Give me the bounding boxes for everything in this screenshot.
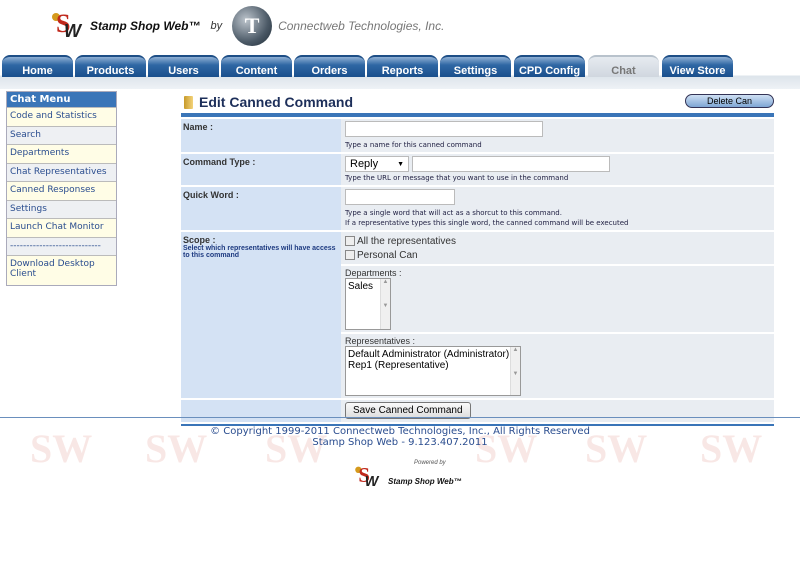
tab-orders[interactable]: Orders	[294, 55, 365, 77]
tab-cpd-config[interactable]: CPD Config	[514, 55, 585, 77]
all-representatives-label: All the representatives	[357, 235, 456, 247]
tab-home[interactable]: Home	[2, 55, 73, 77]
chat-menu-title: Chat Menu	[7, 92, 116, 107]
quick-word-label: Quick Word :	[181, 187, 341, 230]
version-text: Stamp Shop Web - 9.123.407.2011	[312, 437, 488, 448]
sidebar-item-download-desktop-client[interactable]: Download Desktop Client	[7, 255, 116, 285]
quick-word-input[interactable]	[345, 189, 455, 205]
all-representatives-checkbox[interactable]: All the representatives	[345, 234, 772, 248]
scrollbar[interactable]: ▲ ▼	[510, 347, 520, 395]
by-text: by	[210, 20, 223, 32]
name-hint: Type a name for this canned command	[345, 141, 482, 149]
representatives-label: Representatives :	[345, 336, 416, 346]
tab-settings[interactable]: Settings	[440, 55, 511, 77]
edit-canned-command-panel: Edit Canned Command Delete Can Name : Ty…	[181, 92, 774, 426]
sidebar-item-code-statistics[interactable]: Code and Statistics	[7, 107, 116, 126]
folder-icon	[184, 95, 193, 109]
tab-chat[interactable]: Chat	[588, 55, 659, 77]
sidebar-item-canned-responses[interactable]: Canned Responses	[7, 181, 116, 200]
scope-label: Scope :	[183, 235, 216, 245]
tab-content[interactable]: Content	[221, 55, 292, 77]
company-name: Connectweb Technologies, Inc.	[278, 19, 445, 33]
tab-reports[interactable]: Reports	[367, 55, 438, 77]
departments-label: Departments :	[345, 268, 402, 278]
quick-word-hint-2: If a representative types this single wo…	[345, 219, 629, 227]
footer: © Copyright 1999-2011 Connectweb Technol…	[0, 426, 800, 448]
sidebar-item-chat-representatives[interactable]: Chat Representatives	[7, 162, 116, 181]
brand-name: Stamp Shop Web™	[90, 19, 201, 33]
sidebar-item-launch-chat-monitor[interactable]: Launch Chat Monitor	[7, 218, 116, 237]
sidebar-item-departments[interactable]: Departments	[7, 144, 116, 163]
copyright-text: © Copyright 1999-2011 Connectweb Technol…	[210, 426, 590, 437]
chat-menu: Chat Menu Code and Statistics Search Dep…	[6, 91, 117, 286]
header-logo: SW Stamp Shop Web™ by T Connectweb Techn…	[52, 6, 444, 46]
sidebar-separator: ----------------------------	[7, 236, 116, 255]
tab-users[interactable]: Users	[148, 55, 219, 77]
powered-brand-text: Stamp Shop Web™	[388, 476, 462, 486]
command-form: Name : Type a name for this canned comma…	[181, 113, 774, 426]
command-type-hint: Type the URL or message that you want to…	[345, 174, 569, 182]
powered-by-logo: SW Powered by Stamp Shop Web™	[352, 460, 462, 494]
name-input[interactable]	[345, 121, 543, 137]
chevron-down-icon: ▼	[397, 160, 404, 168]
powered-by-text: Powered by	[414, 460, 446, 466]
quick-word-hint-1: Type a single word that will act as a sh…	[345, 209, 562, 217]
footer-divider	[0, 417, 800, 418]
sidebar-item-search[interactable]: Search	[7, 125, 116, 144]
personal-can-label: Personal Can	[357, 249, 418, 261]
stamp-shop-logo-icon: SW	[355, 463, 381, 490]
scrollbar[interactable]: ▲ ▼	[380, 279, 390, 329]
delete-can-button[interactable]: Delete Can	[685, 94, 774, 108]
sidebar-item-settings[interactable]: Settings	[7, 199, 116, 218]
name-label: Name :	[181, 119, 341, 152]
departments-listbox[interactable]: Sales ▲ ▼	[345, 278, 391, 330]
tab-products[interactable]: Products	[75, 55, 146, 77]
representative-option[interactable]: Default Administrator (Administrator)	[348, 349, 518, 360]
personal-can-checkbox[interactable]: Personal Can	[345, 248, 772, 262]
stamp-shop-logo-icon: SW	[52, 9, 84, 43]
command-type-label: Command Type :	[181, 154, 341, 185]
command-type-select[interactable]: Reply ▼	[345, 156, 409, 172]
main-nav-tabs: Home Products Users Content Orders Repor…	[0, 53, 800, 89]
tab-view-store[interactable]: View Store	[662, 55, 733, 77]
representatives-listbox[interactable]: Default Administrator (Administrator) Rep…	[345, 346, 521, 396]
command-type-selected: Reply	[350, 158, 379, 170]
scope-description: Select which representatives will have a…	[183, 245, 336, 259]
page-title-text: Edit Canned Command	[199, 94, 354, 110]
command-value-input[interactable]	[412, 156, 610, 172]
representative-option[interactable]: Rep1 (Representative)	[348, 360, 518, 371]
connectweb-logo-icon: T	[232, 6, 273, 46]
